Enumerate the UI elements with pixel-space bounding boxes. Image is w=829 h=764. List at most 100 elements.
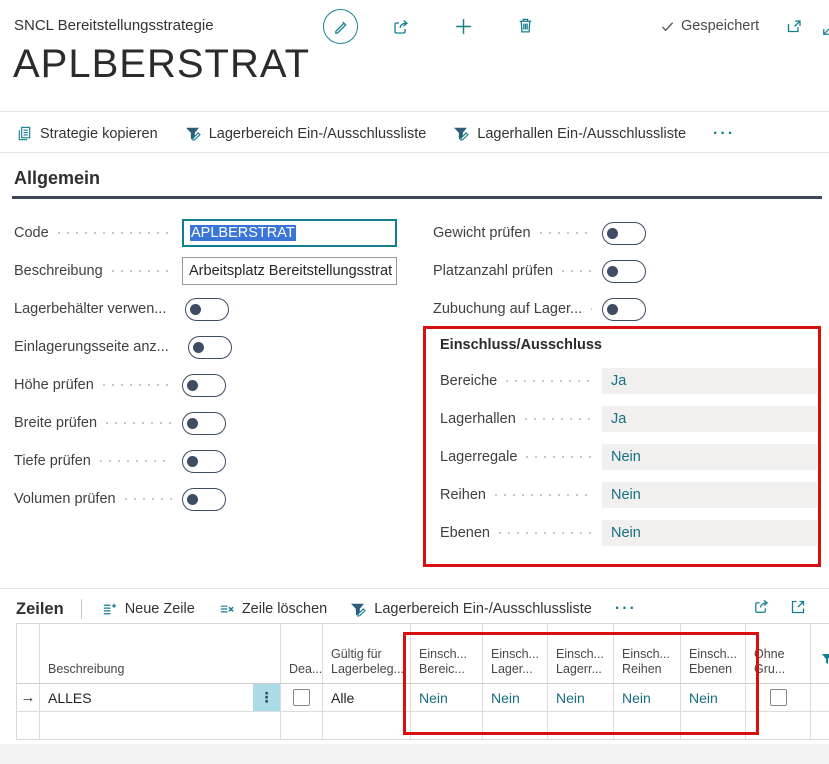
breite-toggle[interactable] — [182, 412, 226, 435]
field-label: Beschreibung — [14, 263, 103, 279]
delete-line-button[interactable]: Zeile löschen — [218, 601, 327, 618]
empty-cell[interactable] — [323, 712, 411, 740]
dotted-leader — [103, 384, 172, 386]
column-header-einsch-lagerhallen[interactable]: Einsch... Lager... — [483, 624, 548, 684]
lagerbereich-list-line-button[interactable]: Lagerbereich Ein-/Ausschlussliste — [350, 601, 592, 618]
dotted-leader — [540, 232, 592, 234]
empty-cell[interactable] — [281, 712, 323, 740]
share-button[interactable] — [391, 17, 411, 40]
ebenen-value[interactable]: Nein — [602, 520, 817, 546]
column-header-label: Lagerr... — [556, 662, 611, 678]
column-header-ohne[interactable]: Ohne Gru... — [746, 624, 811, 684]
field-label: Lagerbehälter verwen... — [14, 301, 166, 317]
more-actions-button[interactable]: ··· — [713, 129, 735, 139]
column-header-beschreibung[interactable]: Beschreibung — [40, 624, 281, 684]
cell-text: Nein — [419, 690, 448, 706]
empty-cell[interactable] — [483, 712, 548, 740]
new-line-button[interactable]: Neue Zeile — [101, 601, 195, 618]
empty-cell[interactable] — [548, 712, 614, 740]
lagerhallen-list-button[interactable]: Lagerhallen Ein-/Ausschlussliste — [453, 125, 686, 142]
delete-row-icon — [218, 601, 235, 618]
empty-cell[interactable] — [811, 712, 829, 740]
tiefe-toggle[interactable] — [182, 450, 226, 473]
empty-cell[interactable] — [411, 712, 483, 740]
einlagerungsseite-toggle[interactable] — [188, 336, 232, 359]
cell-einsch-lagerhallen[interactable]: Nein — [483, 684, 548, 712]
dea-checkbox[interactable] — [293, 689, 310, 706]
volumen-toggle[interactable] — [182, 488, 226, 511]
gewicht-toggle[interactable] — [602, 222, 646, 245]
cell-beschreibung[interactable]: ALLES ⋮ — [40, 684, 281, 712]
field-platzanzahl: Platzanzahl prüfen — [433, 257, 817, 285]
expand-icon — [789, 598, 807, 616]
empty-cell[interactable] — [17, 712, 40, 740]
share-icon — [752, 597, 771, 616]
column-header-clipped[interactable] — [811, 624, 829, 684]
column-header-gueltig[interactable]: Gültig für Lagerbeleg... — [323, 624, 411, 684]
empty-cell[interactable] — [746, 712, 811, 740]
empty-cell[interactable] — [40, 712, 281, 740]
field-label: Code — [14, 225, 49, 241]
field-ebenen: Ebenen Nein — [440, 519, 817, 547]
field-code: Code APLBERSTRAT — [14, 219, 397, 247]
column-header-label: Einsch... — [622, 647, 678, 663]
field-lagerhallen: Lagerhallen Ja — [440, 405, 817, 433]
edit-filter-icon — [185, 125, 202, 142]
cell-einsch-reihen[interactable]: Nein — [614, 684, 681, 712]
hoehe-toggle[interactable] — [182, 374, 226, 397]
pencil-icon — [332, 18, 349, 35]
row-menu-button[interactable]: ⋮ — [253, 684, 280, 711]
lagerhallen-value[interactable]: Ja — [602, 406, 817, 432]
edit-mode-button[interactable] — [323, 9, 358, 44]
lines-expand-button[interactable] — [789, 598, 807, 619]
open-in-new-window-button[interactable] — [785, 17, 804, 39]
lines-more-button[interactable]: ··· — [615, 604, 637, 614]
field-label: Lagerhallen — [440, 411, 516, 427]
lagerbehaelter-toggle[interactable] — [185, 298, 229, 321]
cell-gueltig[interactable]: Alle — [323, 684, 411, 712]
dotted-leader — [125, 498, 172, 500]
code-input[interactable]: APLBERSTRAT — [182, 219, 397, 247]
ohne-checkbox[interactable] — [770, 689, 787, 706]
reihen-value[interactable]: Nein — [602, 482, 817, 508]
platzanzahl-toggle[interactable] — [602, 260, 646, 283]
cell-einsch-ebenen[interactable]: Nein — [681, 684, 746, 712]
general-left-column: Code APLBERSTRAT Beschreibung Arbeitspla… — [14, 219, 397, 519]
copy-strategy-button[interactable]: Strategie kopieren — [16, 125, 158, 142]
cell-text: Nein — [491, 690, 520, 706]
field-lagerbehaelter: Lagerbehälter verwen... — [14, 295, 397, 323]
lagerbereich-list-button[interactable]: Lagerbereich Ein-/Ausschlussliste — [185, 125, 427, 142]
column-header-label: Einsch... — [419, 647, 480, 663]
action-label: Strategie kopieren — [40, 126, 158, 142]
copy-icon — [16, 125, 33, 142]
lines-share-button[interactable] — [752, 597, 771, 619]
edit-filter-icon — [453, 125, 470, 142]
column-header-label: Bereic... — [419, 662, 480, 678]
column-header-einsch-lagerregale[interactable]: Einsch... Lagerr... — [548, 624, 614, 684]
vertical-divider — [81, 599, 82, 619]
section-heading-allgemein[interactable]: Allgemein — [14, 168, 100, 189]
empty-cell[interactable] — [681, 712, 746, 740]
field-label: Höhe prüfen — [14, 377, 94, 393]
column-header-einsch-ebenen[interactable]: Einsch... Ebenen — [681, 624, 746, 684]
dotted-leader — [499, 532, 592, 534]
collapse-button[interactable] — [820, 23, 829, 41]
lagerregale-value[interactable]: Nein — [602, 444, 817, 470]
cell-einsch-lagerregale[interactable]: Nein — [548, 684, 614, 712]
beschreibung-input[interactable]: Arbeitsplatz Bereitstellungsstrat — [182, 257, 397, 285]
zubuchung-toggle[interactable] — [602, 298, 646, 321]
toggle-knob — [187, 380, 198, 391]
column-header-einsch-reihen[interactable]: Einsch... Reihen — [614, 624, 681, 684]
delete-button[interactable] — [516, 16, 535, 38]
bereiche-value[interactable]: Ja — [602, 368, 817, 394]
column-header-dea[interactable]: Dea... — [281, 624, 323, 684]
column-header-einsch-bereiche[interactable]: Einsch... Bereic... — [411, 624, 483, 684]
dotted-leader — [58, 232, 172, 234]
toggle-knob — [187, 418, 198, 429]
toggle-knob — [190, 304, 201, 315]
cell-einsch-bereiche[interactable]: Nein — [411, 684, 483, 712]
column-header-label: Beschreibung — [48, 662, 278, 678]
row-selector-cell[interactable]: → — [17, 684, 40, 712]
empty-cell[interactable] — [614, 712, 681, 740]
new-button[interactable] — [453, 16, 474, 40]
